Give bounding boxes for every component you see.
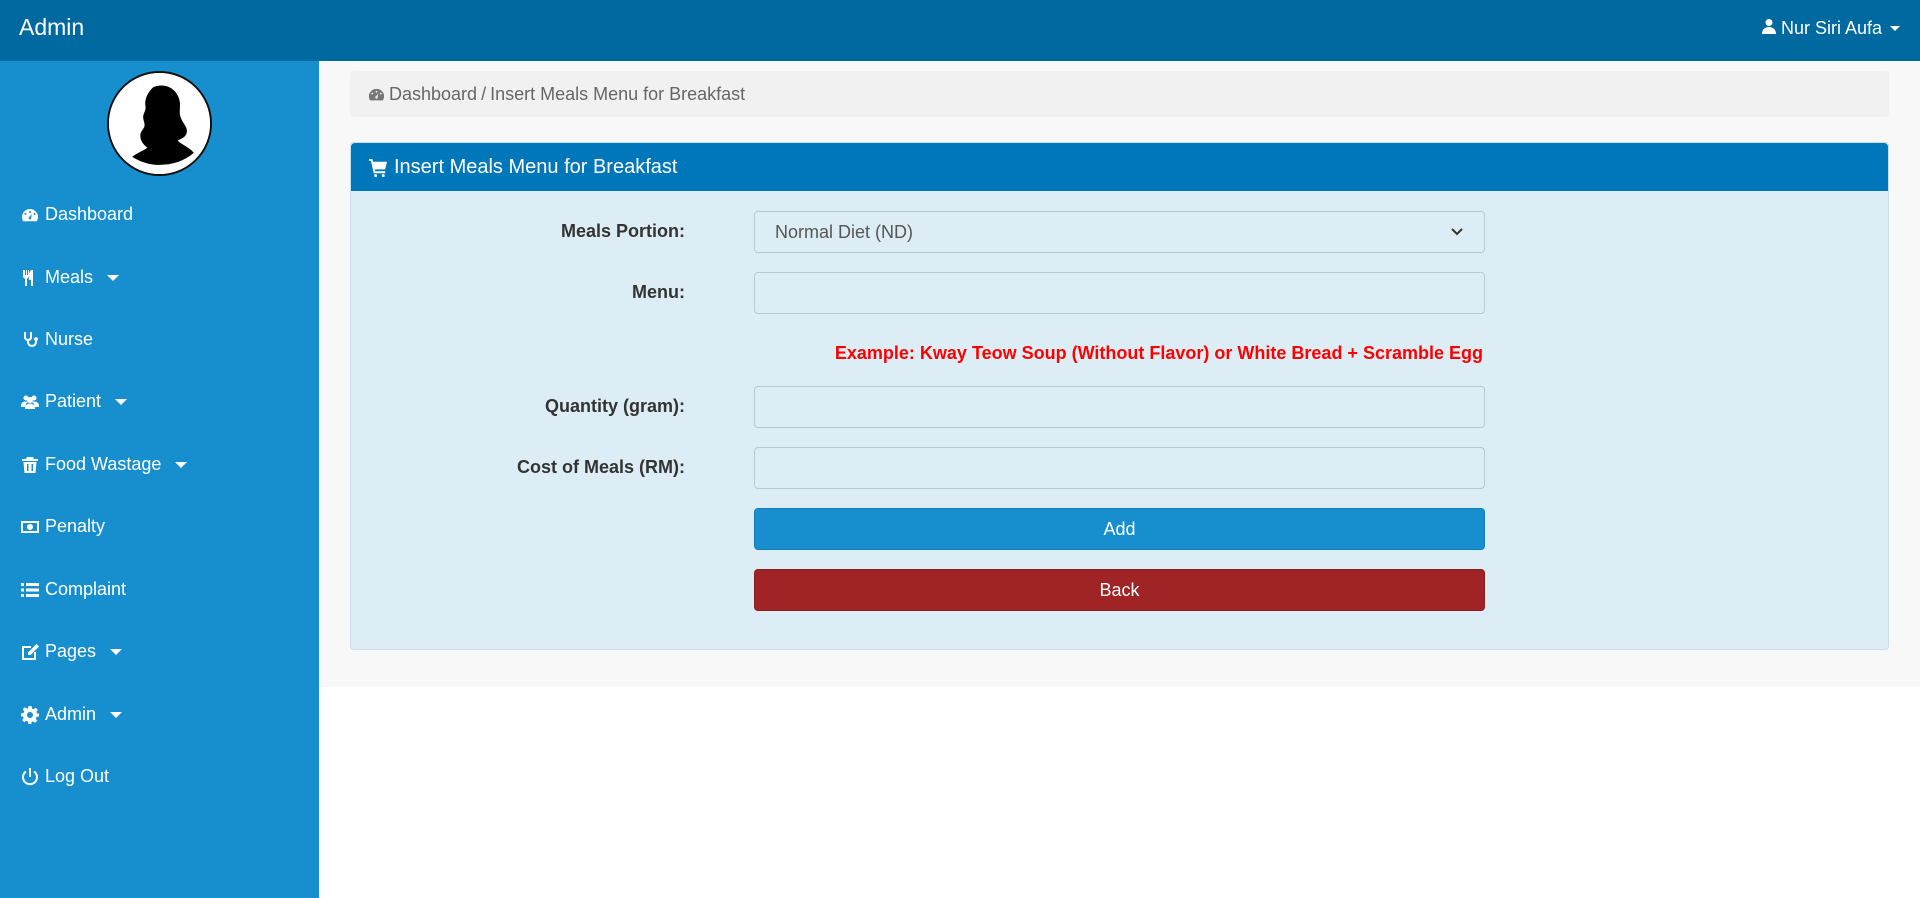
menu-input[interactable] (754, 272, 1485, 314)
user-menu[interactable]: Nur Siri Aufa (1761, 18, 1900, 39)
breadcrumb-current: Insert Meals Menu for Breakfast (490, 83, 746, 104)
back-button[interactable]: Back (754, 569, 1485, 611)
trash-icon (22, 456, 38, 473)
sidebar-item-pages[interactable]: Pages (21, 641, 123, 662)
sidebar-item-label: Food Wastage (45, 454, 162, 474)
top-navbar: Admin Nur Siri Aufa (0, 0, 1920, 61)
utensils-icon (23, 269, 33, 286)
users-icon (21, 395, 39, 409)
panel-title: Insert Meals Menu for Breakfast (394, 155, 678, 178)
sidebar-item-nurse[interactable]: Nurse (21, 329, 93, 350)
insert-meals-panel: Insert Meals Menu for Breakfast Meals Po… (350, 142, 1889, 650)
sidebar: Dashboard Meals Nurse Patient Food Wasta… (0, 61, 319, 898)
sidebar-item-admin[interactable]: Admin (21, 704, 123, 725)
sidebar-item-label: Complaint (45, 579, 127, 599)
menu-label: Menu: (632, 282, 685, 302)
list-icon (21, 582, 39, 597)
money-icon (21, 520, 39, 533)
breadcrumb: Dashboard / Insert Meals Menu for Breakf… (350, 71, 1889, 117)
breadcrumb-home[interactable]: Dashboard (389, 84, 477, 105)
breadcrumb-separator: / (481, 83, 487, 104)
cost-label: Cost of Meals (RM): (517, 457, 685, 477)
sidebar-item-label: Pages (45, 641, 97, 661)
sidebar-item-label: Admin (45, 704, 97, 724)
user-icon (1761, 18, 1777, 39)
gear-icon (21, 705, 39, 724)
sidebar-item-label: Nurse (45, 329, 94, 349)
meals-portion-value: Normal Diet (ND) (775, 221, 914, 242)
meals-portion-label: Meals Portion: (560, 221, 685, 241)
sidebar-item-label: Dashboard (45, 204, 134, 224)
stethoscope-icon (23, 331, 38, 347)
panel-header: Insert Meals Menu for Breakfast (351, 143, 1888, 191)
sidebar-item-label: Penalty (45, 516, 106, 536)
chevron-down-icon (115, 398, 128, 405)
meals-portion-select[interactable]: Normal Diet (ND) (754, 211, 1485, 253)
power-icon (22, 767, 38, 785)
quantity-input[interactable] (754, 386, 1485, 428)
sidebar-item-label: Patient (45, 391, 102, 411)
quantity-label: Quantity (gram): (544, 396, 685, 416)
sidebar-item-complaint[interactable]: Complaint (21, 579, 126, 600)
sidebar-item-food-wastage[interactable]: Food Wastage (21, 454, 188, 475)
sidebar-item-patient[interactable]: Patient (21, 391, 128, 412)
chevron-down-icon (1450, 222, 1464, 243)
edit-icon (22, 643, 39, 660)
dashboard-icon (368, 88, 385, 100)
sidebar-item-dashboard[interactable]: Dashboard (21, 204, 133, 225)
brand-title[interactable]: Admin (19, 14, 84, 41)
chevron-down-icon (175, 461, 188, 468)
sidebar-item-penalty[interactable]: Penalty (21, 516, 105, 537)
chevron-down-icon (107, 274, 120, 281)
sidebar-item-meals[interactable]: Meals (21, 267, 120, 288)
sidebar-item-label: Log Out (45, 766, 110, 786)
avatar (107, 71, 212, 176)
chevron-down-icon (1890, 26, 1900, 31)
sidebar-item-logout[interactable]: Log Out (21, 766, 109, 787)
sidebar-item-label: Meals (45, 267, 94, 287)
add-button[interactable]: Add (754, 508, 1485, 550)
dashboard-icon (22, 208, 38, 221)
chevron-down-icon (110, 711, 123, 718)
cost-input[interactable] (754, 447, 1485, 489)
cart-icon (369, 158, 388, 177)
user-name: Nur Siri Aufa (1780, 18, 1882, 38)
chevron-down-icon (110, 648, 123, 655)
menu-example-hint: Example: Kway Teow Soup (Without Flavor)… (834, 343, 1483, 363)
